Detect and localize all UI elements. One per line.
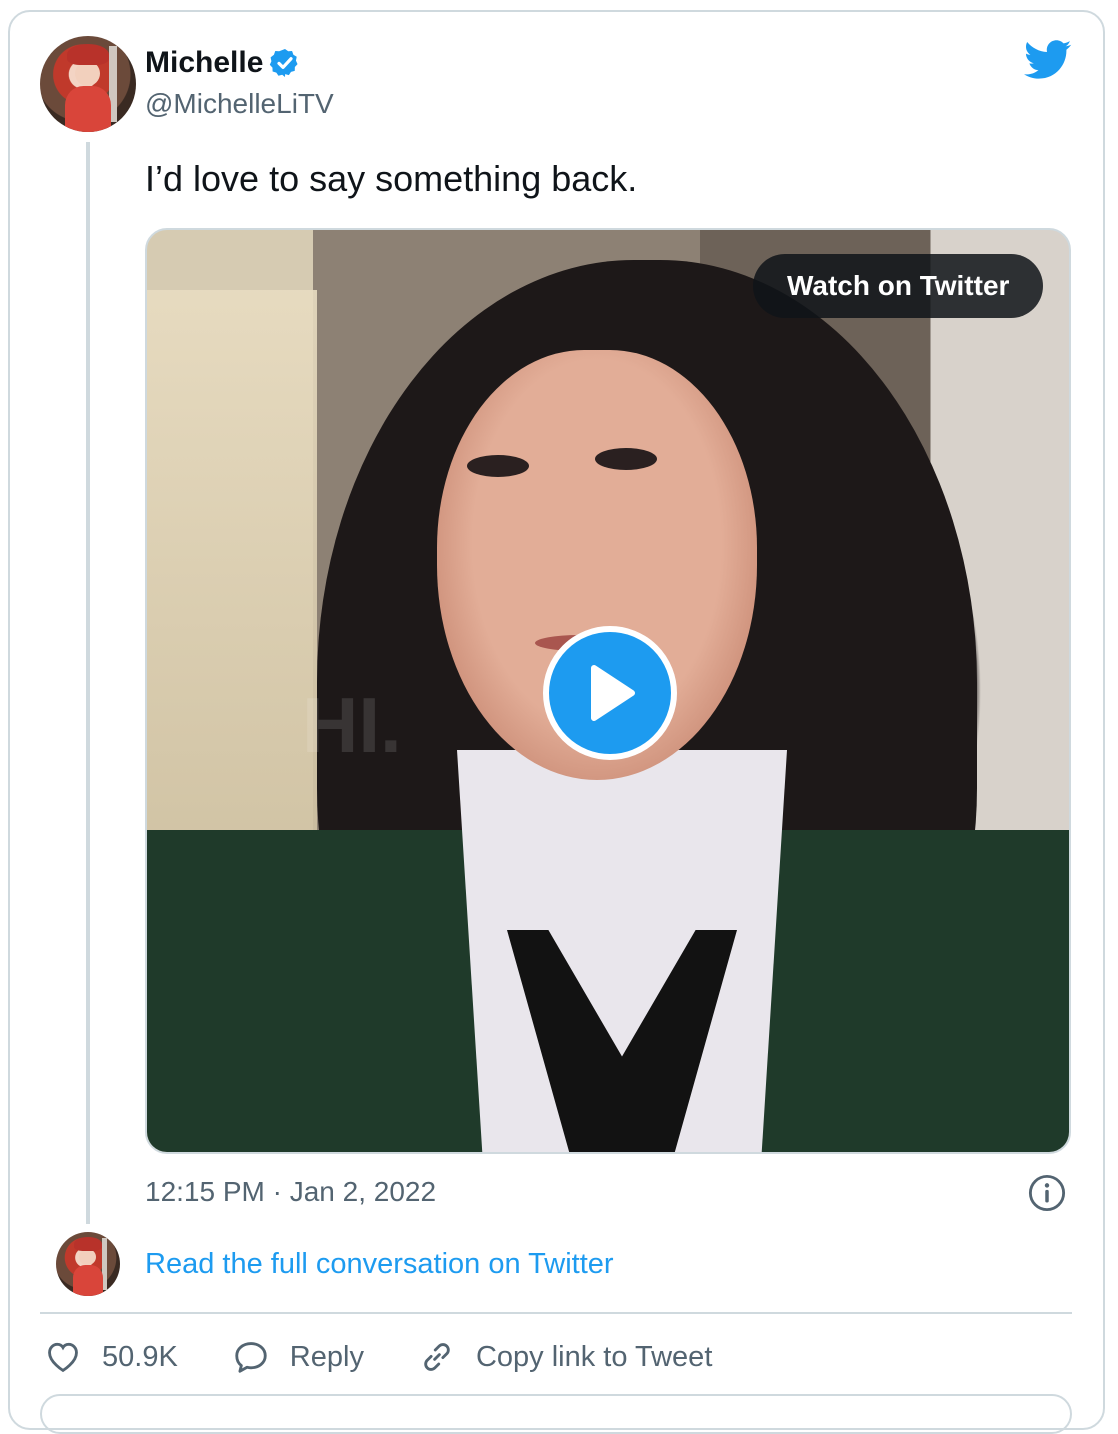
tweet-text: I’d love to say something back. — [145, 158, 638, 199]
conversation-avatar[interactable] — [56, 1232, 120, 1296]
watch-on-twitter-button[interactable]: Watch on Twitter — [753, 254, 1044, 318]
thread-line — [86, 142, 90, 1224]
like-button[interactable]: 50.9K — [44, 1338, 178, 1376]
read-conversation-link[interactable]: Read the full conversation on Twitter — [145, 1248, 614, 1281]
video-player[interactable]: HI. Watch on Twitter — [145, 228, 1071, 1154]
author-handle[interactable]: @MichelleLiTV — [145, 88, 334, 120]
twitter-bird-icon[interactable] — [1024, 40, 1072, 80]
heart-icon — [48, 1342, 78, 1373]
verified-badge-icon — [270, 49, 298, 77]
reply-button[interactable]: Reply — [232, 1338, 364, 1376]
author-name-row[interactable]: Michelle — [145, 46, 301, 80]
video-subject-eye — [595, 448, 657, 470]
divider — [40, 1312, 1072, 1314]
like-count: 50.9K — [102, 1340, 178, 1373]
reply-label: Reply — [289, 1340, 364, 1373]
copy-link-button[interactable]: Copy link to Tweet — [418, 1338, 712, 1376]
tweet-timestamp[interactable]: 12:15 PM · Jan 2, 2022 — [145, 1176, 436, 1208]
video-watermark: HI. — [302, 681, 402, 769]
play-icon — [591, 665, 635, 721]
author-avatar[interactable] — [40, 36, 136, 132]
author-name[interactable]: Michelle — [145, 46, 263, 80]
info-icon[interactable] — [1028, 1174, 1066, 1212]
read-replies-button[interactable] — [40, 1394, 1072, 1434]
link-icon — [424, 1343, 450, 1371]
speech-bubble-icon — [235, 1342, 267, 1373]
copy-link-label: Copy link to Tweet — [475, 1340, 713, 1373]
tweet-actions: 50.9K Reply Copy link to Tweet — [44, 1332, 766, 1382]
video-subject-eye — [467, 455, 529, 477]
play-button[interactable] — [543, 626, 677, 760]
